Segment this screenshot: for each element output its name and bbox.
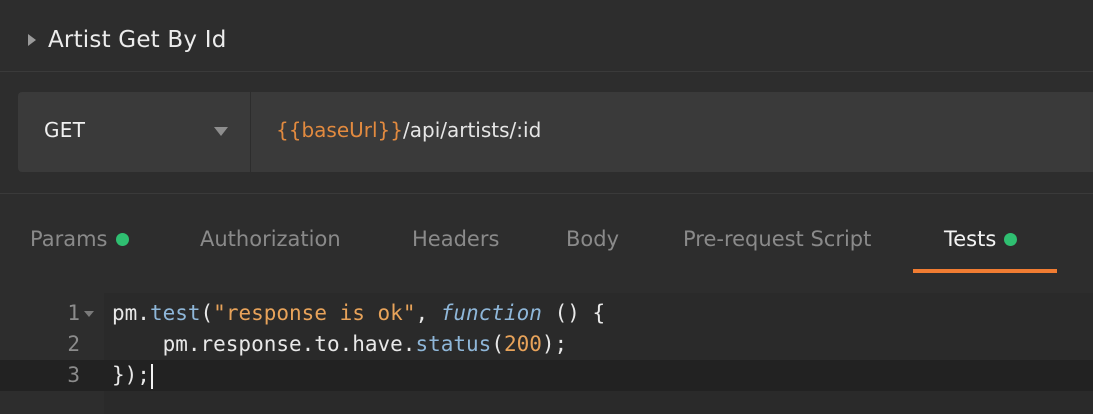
tests-indicator-dot bbox=[1004, 232, 1018, 246]
request-title[interactable]: Artist Get By Id bbox=[48, 27, 227, 53]
code-text: }); bbox=[112, 360, 153, 391]
tab-tests-label: Tests bbox=[944, 227, 997, 251]
chevron-down-icon[interactable] bbox=[214, 127, 228, 136]
tab-pre-request-script[interactable]: Pre-request Script bbox=[683, 224, 871, 254]
code-text: pm.test("response is ok", function () { bbox=[112, 298, 605, 329]
url-variable: {{baseUrl}} bbox=[276, 118, 403, 142]
code-line[interactable]: 1 pm.test("response is ok", function () … bbox=[0, 298, 1093, 329]
tab-body-label: Body bbox=[566, 227, 620, 251]
url-path: /api/artists/:id bbox=[403, 118, 542, 142]
code-token: "response is ok" bbox=[213, 301, 416, 325]
tab-authorization[interactable]: Authorization bbox=[200, 224, 341, 254]
code-text: pm.response.to.have.status(200); bbox=[112, 329, 568, 360]
params-indicator-dot bbox=[115, 232, 129, 246]
code-token: pm. bbox=[112, 301, 150, 325]
url-input[interactable]: {{baseUrl}}/api/artists/:id bbox=[276, 118, 541, 142]
tab-pre-request-script-label: Pre-request Script bbox=[683, 227, 872, 251]
request-header: Artist Get By Id bbox=[0, 0, 1093, 72]
text-cursor bbox=[150, 363, 153, 389]
tab-params[interactable]: Params bbox=[30, 224, 129, 254]
tab-tests[interactable]: Tests bbox=[944, 224, 1018, 254]
code-token: ( bbox=[200, 301, 214, 325]
tab-body[interactable]: Body bbox=[566, 224, 619, 254]
code-token: 200 bbox=[503, 332, 542, 356]
code-line-active[interactable]: 3 }); bbox=[0, 360, 1093, 391]
request-tabs: Params Authorization Headers Body Pre-re… bbox=[0, 193, 1093, 273]
code-token: ( bbox=[491, 332, 504, 356]
line-number: 1 bbox=[67, 301, 80, 325]
request-title-toggle[interactable]: Artist Get By Id bbox=[28, 22, 227, 58]
code-token: , bbox=[415, 301, 441, 325]
tab-authorization-label: Authorization bbox=[200, 227, 341, 251]
code-line[interactable]: 2 pm.response.to.have.status(200); bbox=[0, 329, 1093, 360]
code-token: test bbox=[149, 301, 201, 325]
code-token: status bbox=[415, 332, 492, 356]
url-divider bbox=[250, 92, 251, 172]
fold-arrow-icon[interactable] bbox=[84, 311, 94, 317]
line-number: 3 bbox=[67, 363, 80, 387]
code-editor[interactable]: 1 pm.test("response is ok", function () … bbox=[0, 293, 1093, 414]
url-bar: GET {{baseUrl}}/api/artists/:id bbox=[18, 92, 1093, 172]
code-token: function bbox=[440, 301, 542, 325]
code-token: }); bbox=[112, 363, 150, 387]
caret-right-icon[interactable] bbox=[28, 34, 36, 46]
code-token: () { bbox=[541, 301, 606, 325]
active-tab-underline bbox=[913, 269, 1057, 273]
tab-headers-label: Headers bbox=[412, 227, 500, 251]
tab-headers[interactable]: Headers bbox=[412, 224, 499, 254]
line-number: 2 bbox=[67, 332, 80, 356]
code-token: pm.response.to.have. bbox=[162, 332, 416, 356]
code-token: ); bbox=[541, 332, 568, 356]
tab-params-label: Params bbox=[30, 227, 108, 251]
method-select[interactable]: GET bbox=[44, 118, 85, 142]
